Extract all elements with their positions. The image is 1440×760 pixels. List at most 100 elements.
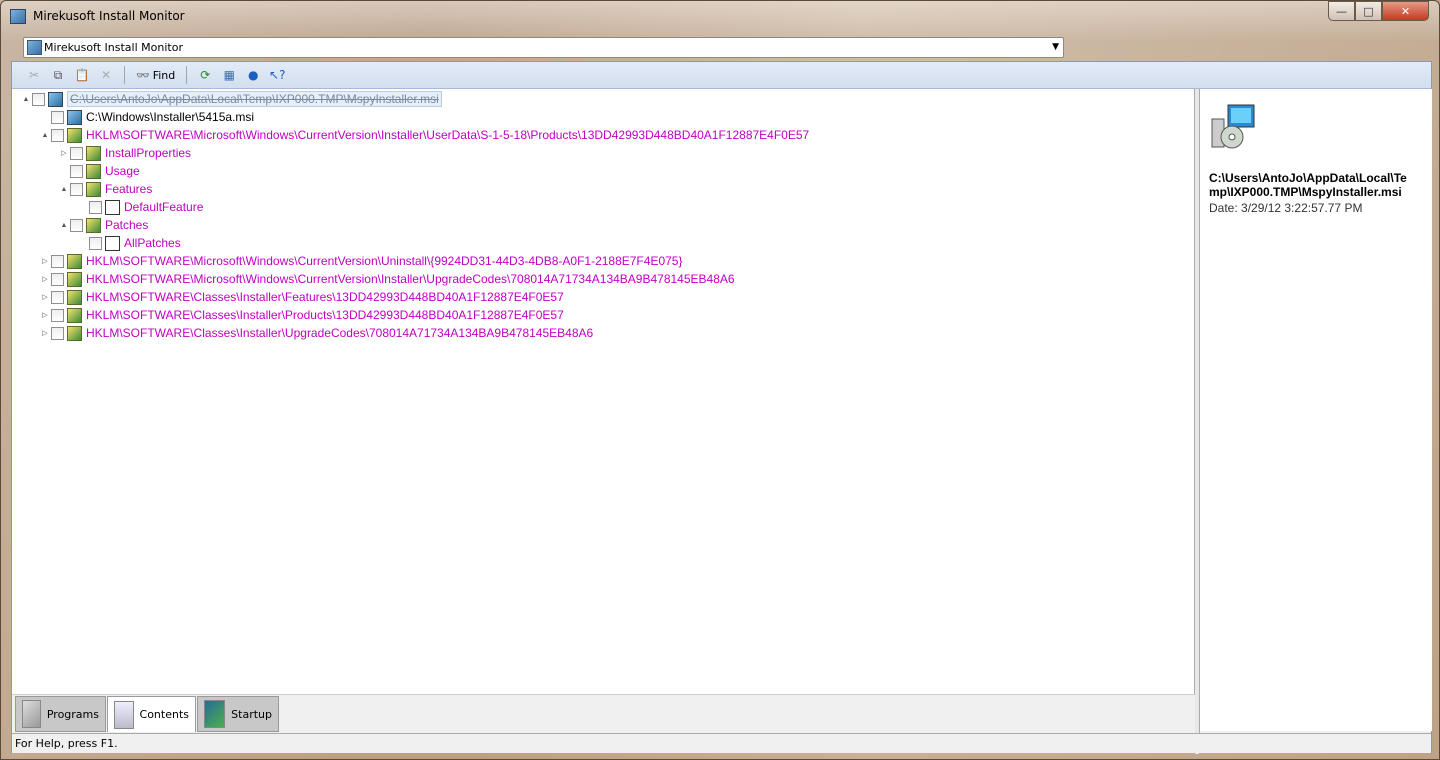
checkbox[interactable]: [51, 326, 64, 340]
registry-value-icon: [105, 199, 120, 215]
tab-bar: Programs Contents Startup: [12, 694, 1195, 732]
tree-item-label: HKLM\SOFTWARE\Classes\Installer\Products…: [86, 308, 564, 322]
tree-item[interactable]: ▷ HKLM\SOFTWARE\Microsoft\Windows\Current…: [40, 252, 682, 270]
tab-label: Programs: [46, 707, 99, 721]
expand-toggle-icon[interactable]: ▷: [40, 293, 50, 301]
tree-item[interactable]: Usage: [59, 162, 140, 180]
chevron-down-icon[interactable]: ▼: [1052, 42, 1059, 52]
registry-key-icon: [67, 307, 82, 323]
checkbox[interactable]: [51, 110, 64, 124]
tree-item[interactable]: ▷ HKLM\SOFTWARE\Classes\Installer\Feature…: [40, 288, 564, 306]
tree-item[interactable]: ▷ InstallProperties: [59, 144, 191, 162]
tree-item[interactable]: ▷ HKLM\SOFTWARE\Microsoft\Windows\Current…: [40, 270, 735, 288]
minimize-button[interactable]: —: [1328, 1, 1355, 21]
expand-toggle-icon[interactable]: ▲: [21, 96, 31, 103]
checkbox[interactable]: [70, 164, 83, 178]
tree-item[interactable]: ▲ C:\Users\AntoJo\AppData\Local\Temp\IXP0…: [21, 90, 442, 108]
find-label: Find: [152, 68, 176, 82]
client-area: ✂ ⧉ 📋 ✕ 👓 Find ⟳ ▦ ● ↖? ▲ C:\Users\AntoJo\…: [11, 61, 1432, 754]
app-window: Mirekusoft Install Monitor — □ ✕ Mirekus…: [0, 0, 1440, 760]
help-icon[interactable]: ●: [243, 65, 263, 85]
contents-tree[interactable]: ▲ C:\Users\AntoJo\AppData\Local\Temp\IXP0…: [12, 89, 1195, 694]
selected-date: Date: 3/29/12 3:22:57.77 PM: [1209, 201, 1363, 215]
tree-item[interactable]: C:\Windows\Installer\5415a.msi: [40, 108, 254, 126]
tree-item-label: AllPatches: [124, 236, 181, 250]
expand-toggle-icon[interactable]: ▲: [59, 186, 69, 193]
close-button[interactable]: ✕: [1382, 1, 1429, 21]
tab-startup[interactable]: Startup: [197, 696, 279, 732]
expand-toggle-icon[interactable]: ▷: [40, 275, 50, 283]
programs-icon: [22, 700, 41, 728]
checkbox[interactable]: [51, 254, 64, 268]
installer-package-icon: [1211, 104, 1255, 149]
msi-package-icon: [67, 109, 82, 125]
checkbox[interactable]: [51, 308, 64, 322]
selected-path: C:\Users\AntoJo\AppData\Local\Temp\IXP00…: [1209, 171, 1407, 199]
tab-label: Contents: [139, 708, 189, 721]
properties-icon[interactable]: ▦: [219, 65, 239, 85]
expand-toggle-icon[interactable]: ▲: [59, 222, 69, 229]
tree-item-label: HKLM\SOFTWARE\Classes\Installer\UpgradeC…: [86, 326, 594, 340]
tree-item-label: Usage: [105, 164, 140, 178]
maximize-button[interactable]: □: [1355, 1, 1382, 21]
tab-programs[interactable]: Programs: [15, 696, 106, 732]
msi-package-icon: [48, 91, 63, 107]
cut-icon[interactable]: ✂: [24, 65, 44, 85]
checkbox[interactable]: [51, 128, 64, 142]
status-bar: For Help, press F1.: [12, 733, 1431, 753]
app-icon: [27, 40, 42, 55]
expand-toggle-icon[interactable]: ▷: [40, 329, 50, 337]
tree-item[interactable]: ▲ Features: [59, 180, 152, 198]
startup-icon: [204, 700, 226, 728]
tree-item-label: C:\Users\AntoJo\AppData\Local\Temp\IXP00…: [67, 91, 442, 107]
toolbar: ✂ ⧉ 📋 ✕ 👓 Find ⟳ ▦ ● ↖?: [12, 62, 1431, 89]
toolbar-divider: [186, 66, 188, 84]
tree-item[interactable]: ▷ HKLM\SOFTWARE\Classes\Installer\Upgrade…: [40, 324, 593, 342]
tree-item-label: HKLM\SOFTWARE\Microsoft\Windows\CurrentV…: [86, 128, 810, 142]
cabinet-icon: [114, 700, 134, 729]
copy-icon[interactable]: ⧉: [48, 65, 68, 85]
checkbox[interactable]: [51, 290, 64, 304]
registry-key-icon: [67, 289, 82, 305]
checkbox[interactable]: [89, 200, 102, 214]
checkbox[interactable]: [89, 236, 102, 250]
checkbox[interactable]: [51, 272, 64, 286]
tab-contents[interactable]: Contents: [107, 696, 196, 732]
app-icon: [10, 9, 26, 24]
view-selector[interactable]: Mirekusoft Install Monitor ▼: [23, 37, 1064, 58]
registry-key-icon: [67, 271, 82, 287]
view-selector-value: Mirekusoft Install Monitor: [44, 41, 183, 54]
checkbox[interactable]: [70, 218, 83, 232]
find-button[interactable]: 👓 Find: [133, 69, 178, 82]
expand-toggle-icon[interactable]: ▲: [40, 132, 50, 139]
tree-item-label: Features: [105, 182, 153, 196]
tree-item[interactable]: ▲ Patches: [59, 216, 148, 234]
registry-key-icon: [67, 325, 82, 341]
context-help-icon[interactable]: ↖?: [267, 65, 287, 85]
tree-item[interactable]: DefaultFeature: [78, 198, 203, 216]
toolbar-divider: [124, 66, 125, 84]
registry-key-icon: [67, 127, 82, 143]
tree-item[interactable]: ▲ HKLM\SOFTWARE\Microsoft\Windows\Current…: [40, 126, 809, 144]
paste-icon[interactable]: 📋: [72, 65, 92, 85]
checkbox[interactable]: [70, 146, 83, 160]
expand-toggle-icon[interactable]: ▷: [59, 149, 69, 157]
window-title: Mirekusoft Install Monitor: [33, 9, 185, 23]
delete-icon[interactable]: ✕: [96, 65, 116, 85]
tree-item[interactable]: AllPatches: [78, 234, 181, 252]
tree-item-label: HKLM\SOFTWARE\Microsoft\Windows\CurrentV…: [86, 254, 683, 268]
checkbox[interactable]: [70, 182, 83, 196]
tree-item-label: Patches: [105, 218, 149, 232]
tree-item[interactable]: ▷ HKLM\SOFTWARE\Classes\Installer\Product…: [40, 306, 564, 324]
registry-key-icon: [86, 217, 101, 233]
expand-toggle-icon[interactable]: ▷: [40, 257, 50, 265]
refresh-icon[interactable]: ⟳: [195, 65, 215, 85]
registry-key-icon: [86, 163, 101, 179]
checkbox[interactable]: [32, 92, 45, 106]
registry-key-icon: [86, 145, 101, 161]
tree-item-label: InstallProperties: [105, 146, 192, 160]
registry-key-icon: [67, 253, 82, 269]
expand-toggle-icon[interactable]: ▷: [40, 311, 50, 319]
registry-value-icon: [105, 235, 120, 251]
details-pane: C:\Users\AntoJo\AppData\Local\Temp\IXP00…: [1200, 89, 1432, 731]
